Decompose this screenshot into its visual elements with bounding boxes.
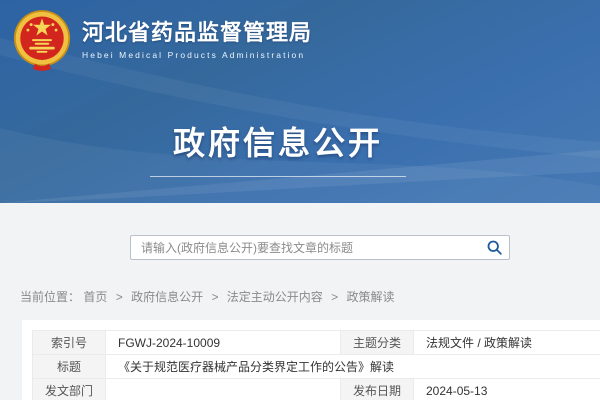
breadcrumb: 当前位置： 首页 > 政府信息公开 > 法定主动公开内容 > 政策解读 (20, 288, 395, 305)
table-row: 标题 《关于规范医疗器械产品分类界定工作的公告》解读 (33, 355, 600, 379)
search-input[interactable] (131, 236, 479, 259)
field-label-topic-category: 主题分类 (341, 331, 414, 355)
table-row: 发文部门 发布日期 2024-05-13 (33, 379, 600, 400)
org-name-block: 河北省药品监督管理局 Hebei Medical Products Admini… (82, 20, 312, 60)
breadcrumb-item-home[interactable]: 首页 (83, 290, 107, 304)
field-label-issuing-dept: 发文部门 (33, 379, 106, 400)
page: 河北省药品监督管理局 Hebei Medical Products Admini… (0, 0, 600, 400)
banner-title: 政府信息公开 (150, 118, 406, 164)
document-info-card: 索引号 FGWJ-2024-10009 主题分类 法规文件 / 政策解读 标题 … (22, 320, 600, 400)
breadcrumb-separator: > (116, 290, 123, 304)
breadcrumb-separator: > (331, 290, 338, 304)
search-button[interactable] (479, 236, 509, 259)
org-name-zh: 河北省药品监督管理局 (82, 20, 312, 46)
table-row: 索引号 FGWJ-2024-10009 主题分类 法规文件 / 政策解读 (33, 331, 600, 355)
field-value-publish-date: 2024-05-13 (414, 379, 600, 400)
breadcrumb-item-current: 政策解读 (347, 290, 395, 304)
document-info-table: 索引号 FGWJ-2024-10009 主题分类 法规文件 / 政策解读 标题 … (32, 330, 600, 400)
banner-divider (150, 176, 406, 177)
breadcrumb-prefix: 当前位置： (20, 290, 80, 304)
field-label-publish-date: 发布日期 (341, 379, 414, 400)
national-emblem-icon (13, 9, 71, 71)
field-value-title: 《关于规范医疗器械产品分类界定工作的公告》解读 (106, 355, 600, 379)
search-icon (486, 239, 503, 256)
breadcrumb-item-statutory-content[interactable]: 法定主动公开内容 (227, 290, 323, 304)
field-label-index-no: 索引号 (33, 331, 106, 355)
field-value-index-no: FGWJ-2024-10009 (106, 331, 341, 355)
breadcrumb-separator: > (211, 290, 218, 304)
org-name-en: Hebei Medical Products Administration (82, 50, 312, 60)
blue-header-banner: 河北省药品监督管理局 Hebei Medical Products Admini… (0, 0, 600, 203)
site-logo[interactable]: 河北省药品监督管理局 Hebei Medical Products Admini… (13, 9, 312, 71)
field-value-topic-category: 法规文件 / 政策解读 (414, 331, 600, 355)
breadcrumb-item-info-disclosure[interactable]: 政府信息公开 (131, 290, 203, 304)
banner: 政府信息公开 (150, 118, 406, 177)
field-label-title: 标题 (33, 355, 106, 379)
field-value-issuing-dept (106, 379, 341, 400)
search-box (130, 235, 510, 260)
